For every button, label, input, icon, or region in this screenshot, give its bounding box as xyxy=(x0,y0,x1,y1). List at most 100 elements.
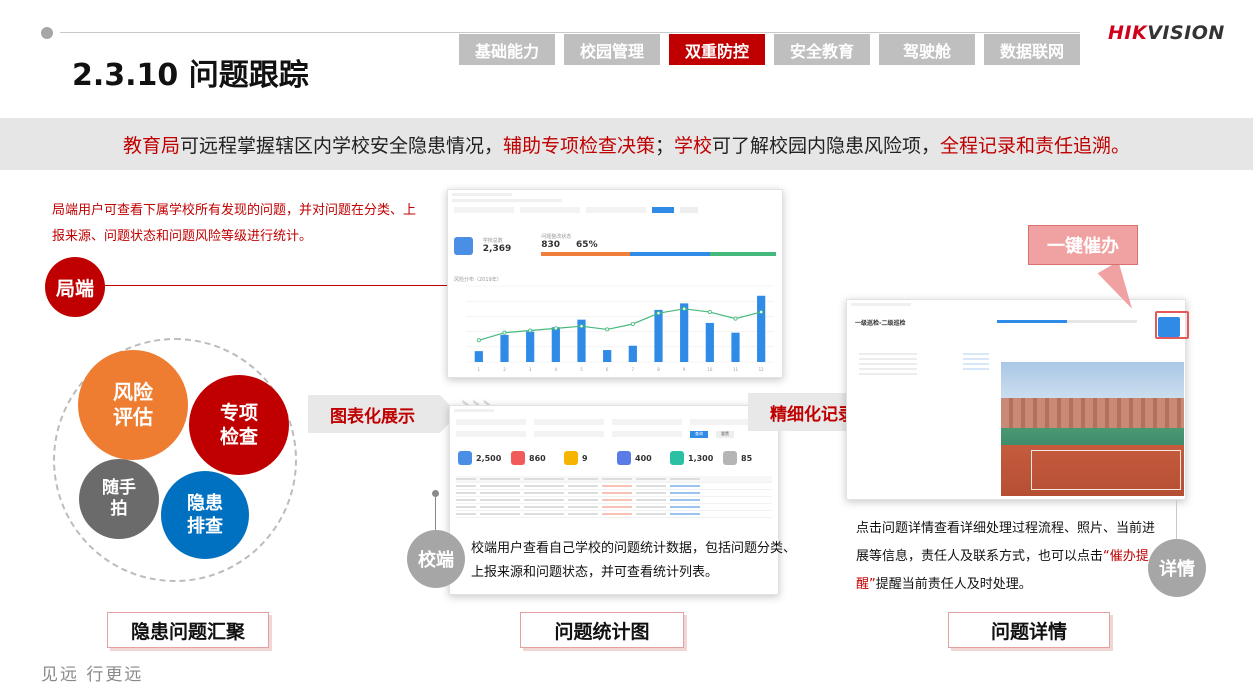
chart-line-point[interactable] xyxy=(733,316,738,321)
detail-node: 详情 xyxy=(1148,539,1206,597)
chart-bar[interactable] xyxy=(526,331,535,362)
detail-title: 一级巡检-二级巡检 xyxy=(855,320,906,327)
chart-icon xyxy=(617,451,631,465)
chart-line-point[interactable] xyxy=(605,327,610,332)
logo-vision: VISION xyxy=(1147,22,1225,44)
stat-card: 85 xyxy=(723,444,770,472)
table-row[interactable] xyxy=(456,490,772,497)
hidden-line-2: 排查 xyxy=(187,516,223,537)
gear-icon xyxy=(723,451,737,465)
risk-line-2: 评估 xyxy=(113,405,153,429)
banner-text-2: 可了解校园内隐患风险项， xyxy=(712,134,941,157)
chart-x-tick: 3 xyxy=(529,367,532,372)
status-progress xyxy=(541,252,776,256)
detail-description: 点击问题详情查看详细处理过程流程、照片、当前进展等信息，责任人及联系方式，也可以… xyxy=(856,515,1156,599)
total-schools-caption: 学校总数 xyxy=(482,238,503,244)
stat-card: 9 xyxy=(564,444,611,472)
table-row[interactable] xyxy=(456,483,772,490)
check-icon xyxy=(670,451,684,465)
slide: 2.3.10 问题跟踪 基础能力 校园管理 双重防控 安全教育 驾驶舱 数据联网… xyxy=(0,0,1253,700)
chart-bar[interactable] xyxy=(731,332,740,362)
summary-banner: 教育局 可远程掌握辖区内学校安全隐患情况， 辅助专项检查决策；学校 可了解校园内隐患风… xyxy=(0,118,1253,170)
chart-bar[interactable] xyxy=(757,295,766,362)
chart-bar[interactable] xyxy=(474,351,483,362)
chart-x-tick: 11 xyxy=(733,367,739,372)
section-tabs: 基础能力 校园管理 双重防控 安全教育 驾驶舱 数据联网 xyxy=(459,34,1080,65)
chart-x-tick: 2 xyxy=(503,367,506,372)
banner-trace: 全程记录和责任追溯。 xyxy=(940,134,1131,157)
chart-line-point[interactable] xyxy=(476,338,481,343)
chart-line-point[interactable] xyxy=(630,322,635,327)
table-row[interactable] xyxy=(456,497,772,504)
stat-card: 2,500 xyxy=(458,444,505,472)
chart-bar[interactable] xyxy=(551,327,560,362)
tab-basic[interactable]: 基础能力 xyxy=(459,34,555,65)
total-schools-value: 2,369 xyxy=(482,244,512,254)
search-button[interactable]: 查询 xyxy=(690,431,708,438)
footer-slogan: 见远 行更远 xyxy=(41,665,144,685)
chart-line-point[interactable] xyxy=(579,324,584,329)
school-connector xyxy=(435,497,436,531)
header-dot xyxy=(41,27,53,39)
banner-text-1: 可远程掌握辖区内学校安全隐患情况， xyxy=(179,134,503,157)
tab-dual-prevention[interactable]: 双重防控 xyxy=(669,34,765,65)
banner-bureau: 教育局 xyxy=(122,134,180,157)
chart-x-tick: 7 xyxy=(632,367,635,372)
stats-summary-row: 学校总数 2,369 问题整改状态 830 65% xyxy=(448,229,782,262)
chart-bar[interactable] xyxy=(705,322,714,362)
chart-bar[interactable] xyxy=(680,303,689,362)
tab-cockpit[interactable]: 驾驶舱 xyxy=(879,34,975,65)
snapshot-circle: 随手拍 xyxy=(79,459,159,539)
bureau-stats-screenshot: 学校总数 2,369 问题整改状态 830 65% 风险分布（2019年） 12… xyxy=(447,189,783,378)
chart-line-point[interactable] xyxy=(656,311,661,316)
chart-x-tick: 10 xyxy=(707,367,713,372)
label-problem-detail: 问题详情 xyxy=(948,612,1110,648)
stat-card: 860 xyxy=(511,444,558,472)
bureau-connector xyxy=(105,285,485,286)
chart-line-point[interactable] xyxy=(759,310,764,315)
chart-bar[interactable] xyxy=(628,345,637,362)
school-connector-dot xyxy=(432,490,439,497)
table-header xyxy=(456,476,772,483)
chart-line-point[interactable] xyxy=(682,306,687,311)
stat-card: 400 xyxy=(617,444,664,472)
one-click-urge-callout: 一键催办 xyxy=(1028,225,1138,265)
tab-campus[interactable]: 校园管理 xyxy=(564,34,660,65)
chart-line-point[interactable] xyxy=(553,326,558,331)
star-icon xyxy=(564,451,578,465)
rate-value: 65% xyxy=(576,240,598,250)
chart-line-point[interactable] xyxy=(707,310,712,315)
tab-safety-education[interactable]: 安全教育 xyxy=(774,34,870,65)
table-row[interactable] xyxy=(456,511,772,518)
urge-highlight xyxy=(1155,311,1189,339)
snap-line-2: 拍 xyxy=(110,499,128,519)
chart-line-point[interactable] xyxy=(528,328,533,333)
header-divider xyxy=(60,32,1080,33)
question-icon xyxy=(458,451,472,465)
chart-line-point[interactable] xyxy=(502,330,507,335)
label-hazard-aggregation: 隐患问题汇聚 xyxy=(107,612,269,648)
school-icon xyxy=(454,236,473,255)
chart-bar[interactable] xyxy=(500,334,509,362)
special-line-2: 检查 xyxy=(219,426,258,448)
chart-x-tick: 9 xyxy=(683,367,686,372)
stat-card: 1,300 xyxy=(670,444,717,472)
hazard-check-circle: 隐患 排查 xyxy=(161,471,249,559)
campus-photo xyxy=(1001,362,1184,496)
status-value: 830 xyxy=(541,240,561,250)
label-problem-stats: 问题统计图 xyxy=(520,612,684,648)
chart-x-tick: 8 xyxy=(657,367,660,372)
chart-bar[interactable] xyxy=(654,309,663,362)
reset-button[interactable]: 重置 xyxy=(716,431,734,438)
tab-data-network[interactable]: 数据联网 xyxy=(984,34,1080,65)
chart-x-tick: 12 xyxy=(759,367,765,372)
school-description: 校端用户查看自己学校的问题统计数据，包括问题分类、上报来源和问题状态，并可查看统… xyxy=(471,541,797,580)
school-node: 校端 xyxy=(407,530,465,588)
alert-icon xyxy=(511,451,525,465)
detail-text-2: 提醒当前责任人及时处理。 xyxy=(875,577,1032,592)
snap-line-1: 随手 xyxy=(102,478,136,498)
special-line-1: 专项 xyxy=(219,402,258,424)
page-title: 2.3.10 问题跟踪 xyxy=(72,58,309,93)
table-row[interactable] xyxy=(456,504,772,511)
chart-bar[interactable] xyxy=(603,350,612,362)
